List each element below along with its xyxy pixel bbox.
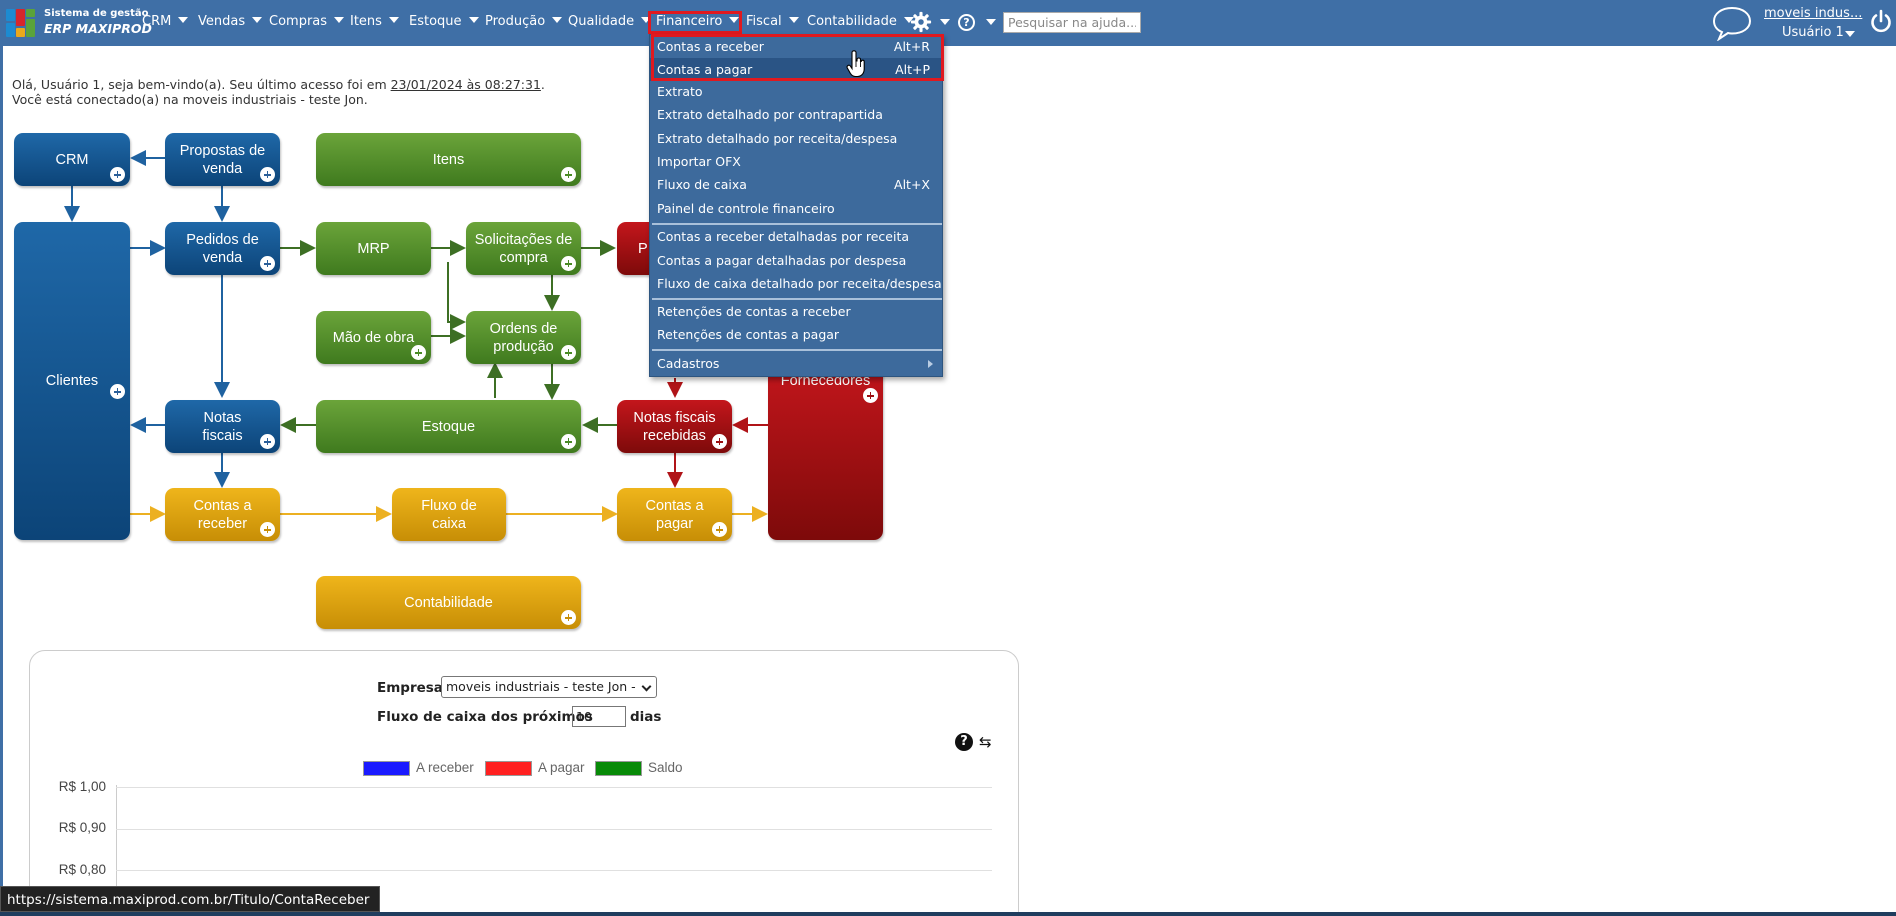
plus-circle-icon[interactable] [561,256,576,271]
menu-item-retencoes-receber[interactable]: Retenções de contas a receber [650,300,942,323]
flow-box-ordens-producao[interactable]: Ordens de produção [466,311,581,364]
fluxo-proximos-label: Fluxo de caixa dos próximos [377,709,593,725]
empresa-select[interactable]: moveis industriais - teste Jon - [441,676,657,698]
flow-box-estoque[interactable]: Estoque [316,400,581,453]
menu-item-receber-por-receita[interactable]: Contas a receber detalhadas por receita [650,225,942,248]
menu-item-cadastros[interactable]: Cadastros [650,352,942,375]
y-tick-label: R$ 0,80 [58,862,106,877]
menu-item-retencoes-pagar[interactable]: Retenções de contas a pagar [650,323,942,346]
menu-separator [652,349,942,351]
flow-box-fornecedores[interactable]: Fornecedores [768,362,883,540]
chevron-down-icon [641,681,652,692]
flow-box-contabilidade[interactable]: Contabilidade [316,576,581,629]
plus-circle-icon[interactable] [260,522,275,537]
flow-box-mrp[interactable]: MRP [316,222,431,275]
flow-box-solicitacoes[interactable]: Solicitações de compra [466,222,581,275]
dias-label: dias [630,709,662,725]
flow-box-clientes[interactable]: Clientes [14,222,130,540]
status-bar-url: https://sistema.maxiprod.com.br/Titulo/C… [0,886,381,912]
plus-circle-icon[interactable] [561,610,576,625]
flow-box-pedidos-venda[interactable]: Pedidos de venda [165,222,280,275]
legend-label-a-pagar[interactable]: A pagar [538,760,585,775]
menu-item-pagar-por-despesa[interactable]: Contas a pagar detalhadas por despesa [650,249,942,272]
chart-gridline [116,870,992,871]
menu-item-painel-controle[interactable]: Painel de controle financeiro [650,197,942,220]
plus-circle-icon[interactable] [110,167,125,182]
plus-circle-icon[interactable] [561,167,576,182]
plus-circle-icon[interactable] [712,522,727,537]
chevron-right-icon [928,360,933,368]
flow-box-notas-recebidas[interactable]: Notas fiscais recebidas [617,400,732,453]
financeiro-dropdown-menu: Contas a receber Alt+R Contas a pagar Alt+… [649,34,943,377]
menu-item-importar-ofx[interactable]: Importar OFX [650,150,942,173]
plus-circle-icon[interactable] [260,167,275,182]
flow-box-notas-fiscais[interactable]: Notas fiscais [165,400,280,453]
hand-cursor-icon [846,50,865,78]
menu-items-highlight-box [651,34,944,81]
help-icon[interactable]: ? [955,733,973,751]
plus-circle-icon[interactable] [260,434,275,449]
legend-swatch-saldo[interactable] [595,761,642,776]
flow-box-contas-pagar[interactable]: Contas a pagar [617,488,732,541]
plus-circle-icon[interactable] [561,345,576,360]
menu-item-extrato-contrapartida[interactable]: Extrato detalhado por contrapartida [650,103,942,126]
menu-item-extrato[interactable]: Extrato [650,80,942,103]
plus-circle-icon[interactable] [863,388,878,403]
legend-label-a-receber[interactable]: A receber [416,760,474,775]
flow-box-crm[interactable]: CRM [14,133,130,186]
taskbar-strip [0,912,1896,916]
menu-item-fluxo-de-caixa[interactable]: Fluxo de caixa Alt+X [650,173,942,196]
plus-circle-icon[interactable] [561,434,576,449]
flow-box-fluxo-caixa[interactable]: Fluxo de caixa [392,488,506,541]
flow-box-mao-de-obra[interactable]: Mão de obra [316,311,431,364]
y-tick-label: R$ 0,90 [58,820,106,835]
legend-swatch-a-receber[interactable] [363,761,410,776]
flow-box-itens[interactable]: Itens [316,133,581,186]
plus-circle-icon[interactable] [260,256,275,271]
flow-box-propostas[interactable]: Propostas de venda [165,133,280,186]
dias-input[interactable]: 10 [572,706,626,727]
y-tick-label: R$ 1,00 [58,779,106,794]
legend-swatch-a-pagar[interactable] [485,761,532,776]
chart-gridline [116,787,992,788]
plus-circle-icon[interactable] [411,345,426,360]
flow-box-contas-receber[interactable]: Contas a receber [165,488,280,541]
refresh-icon[interactable]: ⇆ [979,733,997,751]
chart-gridline [116,829,992,830]
legend-label-saldo[interactable]: Saldo [648,760,683,775]
plus-circle-icon[interactable] [110,384,125,399]
empresa-label: Empresa [377,680,443,696]
menu-item-extrato-receita-despesa[interactable]: Extrato detalhado por receita/despesa [650,127,942,150]
plus-circle-icon[interactable] [712,434,727,449]
menu-item-fluxo-receita-despesa[interactable]: Fluxo de caixa detalhado por receita/des… [650,272,942,295]
